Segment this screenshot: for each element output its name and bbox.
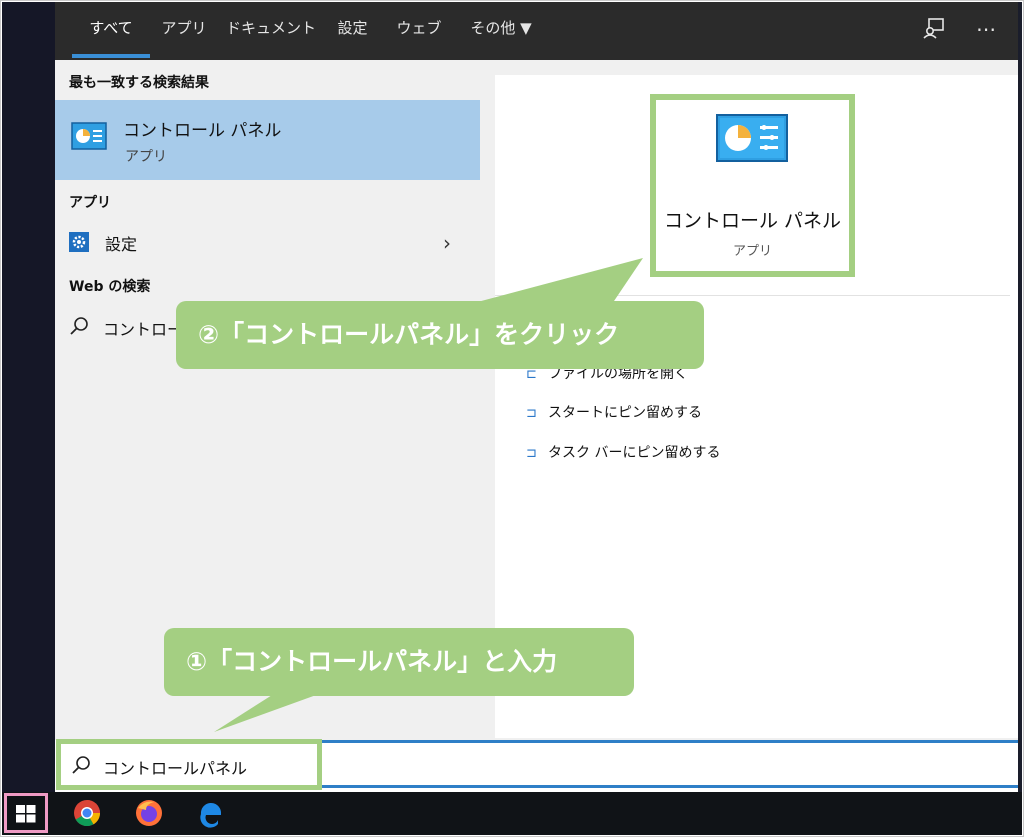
callout-text: ①「コントロールパネル」と入力 [186,647,558,676]
search-input[interactable]: コントロールパネル [56,739,322,790]
firefox-icon[interactable] [134,798,164,828]
callout-step-2: ②「コントロールパネル」をクリック [176,301,704,369]
windows-start-icon [16,805,36,823]
chrome-icon[interactable] [72,798,102,828]
edge-icon[interactable] [196,798,226,828]
search-icon [72,756,90,774]
start-button[interactable] [4,793,48,833]
search-bar-fill[interactable] [320,743,1018,785]
search-input-value: コントロールパネル [103,759,248,778]
callout-text: ②「コントロールパネル」をクリック [198,320,620,349]
callout-pointer [214,258,643,732]
callout-step-1: ①「コントロールパネル」と入力 [164,628,634,696]
search-bar-border [320,785,1018,788]
